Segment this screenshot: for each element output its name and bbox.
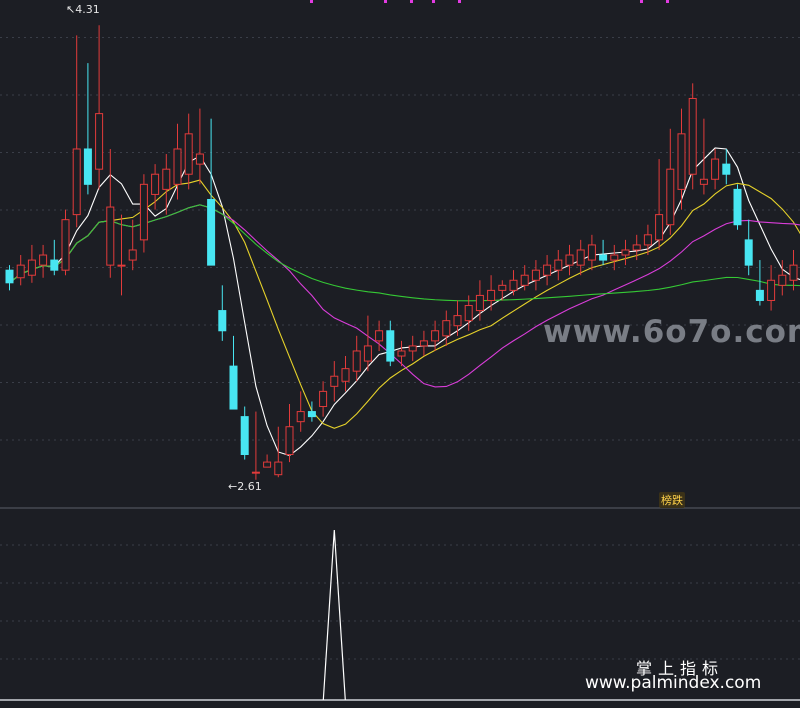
candle-body [285, 426, 294, 456]
candle-body [173, 148, 182, 185]
top-marker [458, 0, 461, 3]
candle-body [509, 279, 518, 291]
candle-body [599, 254, 608, 261]
top-marker [310, 0, 313, 3]
candle-body [408, 345, 417, 352]
candle-body [442, 320, 451, 337]
candle-body [319, 390, 328, 408]
candle-body [767, 279, 776, 301]
candle-body [151, 173, 160, 195]
candle-body [722, 163, 731, 175]
ma10-line [9, 179, 800, 429]
candle-body [330, 375, 339, 387]
candle-body [106, 206, 115, 266]
top-marker [384, 0, 387, 3]
candle-body [83, 148, 92, 185]
candle-body [643, 234, 652, 246]
candle-body [453, 315, 462, 327]
candle-body [218, 310, 227, 332]
candle-body [789, 264, 798, 281]
candle-body [195, 153, 204, 165]
watermark-6070: www.6o7o.com [543, 314, 800, 350]
candlestick-chart [0, 0, 800, 701]
candle-body [352, 350, 361, 372]
candle-body [576, 249, 585, 266]
candle-body [162, 168, 171, 190]
candle-body [95, 113, 104, 170]
candle-body [363, 345, 372, 362]
low-price-label: ←2.61 [228, 480, 262, 493]
candle-body [688, 97, 697, 175]
candle-body [711, 158, 720, 180]
candle-body [666, 168, 675, 226]
candle-body [632, 244, 641, 251]
candle-body [733, 188, 742, 226]
candle-body [419, 340, 428, 347]
candle-body [117, 264, 126, 267]
candle-body [274, 461, 283, 476]
candle-body [397, 350, 406, 357]
watermark-palmindex: www.palmindex.com [585, 673, 762, 693]
candle-body [475, 294, 484, 312]
candle-body [610, 254, 619, 261]
candle-body [621, 249, 630, 256]
candle-body [744, 239, 753, 266]
candle-body [61, 219, 70, 271]
candle-body [431, 330, 440, 342]
candle-body [139, 183, 148, 241]
signal-tag: 榜跌 [659, 492, 685, 508]
candle-body [554, 259, 563, 271]
candle-body [5, 269, 14, 284]
ma60-line [9, 204, 800, 302]
candle-body [487, 289, 496, 301]
candle-body [464, 305, 473, 322]
candle-body [296, 411, 305, 423]
candle-body [39, 254, 48, 266]
candle-body [565, 254, 574, 266]
top-marker [666, 0, 669, 3]
candle-body [677, 133, 686, 190]
candle-body [655, 214, 664, 241]
candle-body [520, 274, 529, 286]
candle-body [128, 249, 137, 261]
candle-body [27, 259, 36, 276]
indicator-spike [322, 529, 346, 701]
top-marker [410, 0, 413, 3]
candle-body [778, 274, 787, 286]
candle-body [16, 264, 25, 279]
candle-body [251, 471, 260, 474]
ma20-line [9, 204, 800, 388]
candle-body [375, 330, 384, 342]
candle-body [72, 148, 81, 216]
candle-body [587, 244, 596, 261]
high-price-label: ↖4.31 [66, 3, 100, 16]
candle-body [229, 365, 238, 410]
candle-body [699, 178, 708, 185]
candle-body [207, 198, 216, 266]
candle-body [184, 133, 193, 175]
candle-body [386, 330, 395, 362]
candle-body [755, 289, 764, 301]
candle-body [341, 368, 350, 382]
candle-body [50, 259, 59, 271]
candle-body [543, 264, 552, 276]
top-marker [432, 0, 435, 3]
candle-body [263, 461, 272, 468]
candle-body [240, 416, 249, 455]
top-marker [640, 0, 643, 3]
candle-body [531, 269, 540, 281]
candle-body [307, 411, 316, 418]
candle-body [498, 284, 507, 291]
